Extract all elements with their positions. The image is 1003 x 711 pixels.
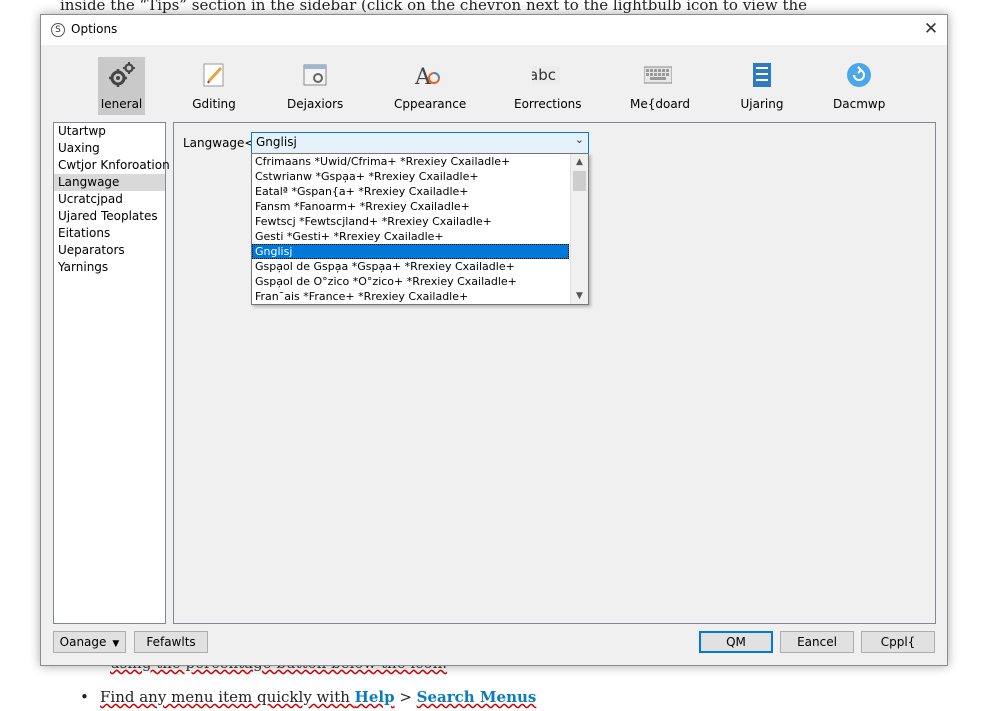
language-option[interactable]: Gspa̦ol de Gspa̦a *Gspa̦a+ *Rrexiey Cxai… xyxy=(252,259,569,274)
toolbar-backup[interactable]: Dacmwp xyxy=(833,57,885,115)
dropdown-scrollbar[interactable]: ▲ ▼ xyxy=(570,154,588,304)
cancel-button[interactable]: Eancel xyxy=(780,631,854,653)
ok-button[interactable]: QM xyxy=(699,631,773,653)
category-toolbar: Ieneral Gditing Dejaxiors A Cppearance a… xyxy=(41,45,947,121)
window-title: Options xyxy=(71,22,118,36)
sharing-icon xyxy=(753,63,771,87)
sidebar-item-author-information[interactable]: Cwtjor Knforoation xyxy=(54,157,170,174)
toolbar-editing[interactable]: Gditing xyxy=(189,57,239,115)
background-bullet: • Find any menu item quickly with Help > … xyxy=(80,688,537,706)
close-button[interactable]: ✕ xyxy=(916,15,946,45)
settings-sidebar: Utartwp Uaxing Cwtjor Knforoation Langwa… xyxy=(53,122,170,624)
toolbar-label: Me{doard xyxy=(630,97,691,111)
sidebar-item-language[interactable]: Langwage xyxy=(54,174,165,191)
sidebar-item-shared-templates[interactable]: Ujared Teoplates xyxy=(54,208,165,225)
language-option[interactable]: Fansm *Fanoarm+ *Rrexiey Cxailadle+ xyxy=(252,199,569,214)
toolbar-sharing[interactable]: Ujaring xyxy=(738,57,786,115)
sidebar-item-separators[interactable]: Ueparators xyxy=(54,242,165,259)
behaviors-icon xyxy=(303,64,327,86)
edit-icon xyxy=(203,63,224,87)
keyboard-icon xyxy=(644,66,672,84)
language-label: Langwage< xyxy=(183,136,255,150)
language-option[interactable]: Gspa̦ol de O°zico *O°zico+ *Rrexiey Cxai… xyxy=(252,274,569,289)
language-option[interactable]: Fewtscj *Fewtscjland+ *Rrexiey Cxailadle… xyxy=(252,214,569,229)
backup-icon xyxy=(847,63,871,87)
toolbar-label: Dejaxiors xyxy=(287,97,344,111)
title-bar: S Options ✕ xyxy=(41,15,947,45)
language-option[interactable]: Cstwrianw *Gspa̦a+ *Rrexiey Cxailadle+ xyxy=(252,169,569,184)
toolbar-label: Cppearance xyxy=(394,97,467,111)
toolbar-label: Gditing xyxy=(192,97,236,111)
sidebar-item-scratchpad[interactable]: Ucratcjpad xyxy=(54,191,165,208)
toolbar-label: Ieneral xyxy=(100,97,143,111)
manage-button-label: Oanage xyxy=(59,635,107,649)
sidebar-item-citations[interactable]: Eitations xyxy=(54,225,165,242)
manage-button[interactable]: Oanage ▼ xyxy=(53,631,126,653)
language-select-value: Gnglisj xyxy=(256,135,297,149)
language-option[interactable]: Gesti *Gesti+ *Rrexiey Cxailadle+ xyxy=(252,229,569,244)
svg-text:abc: abc xyxy=(532,66,556,84)
options-dialog: S Options ✕ Ieneral Gditing Dejaxiors A … xyxy=(40,14,948,666)
scroll-up-icon[interactable]: ▲ xyxy=(571,154,588,170)
toolbar-behaviors[interactable]: Dejaxiors xyxy=(287,57,343,115)
appearance-icon: A xyxy=(414,65,440,89)
language-option-selected[interactable]: Gnglisj xyxy=(252,244,569,259)
scroll-thumb[interactable] xyxy=(573,171,586,191)
app-icon: S xyxy=(51,23,65,37)
sidebar-item-saving[interactable]: Uaxing xyxy=(54,140,165,157)
toolbar-label: Eorrections xyxy=(514,97,582,111)
scroll-down-icon[interactable]: ▼ xyxy=(571,288,588,304)
toolbar-general[interactable]: Ieneral xyxy=(98,57,145,115)
bullet-text: Find any menu item quickly with xyxy=(100,688,355,706)
gears-icon xyxy=(108,62,135,87)
toolbar-corrections[interactable]: abc Eorrections xyxy=(514,57,582,115)
chevron-down-icon[interactable]: ⌄ xyxy=(575,133,584,146)
background-text-line: inside the “Tips” section in the sidebar… xyxy=(60,0,808,14)
settings-panel: Langwage< Gnglisj ⌄ Cfrimaans *Uwid/Cfri… xyxy=(173,122,936,624)
toolbar-keyboard[interactable]: Me{doard xyxy=(630,57,691,115)
apply-button[interactable]: Cppl{ xyxy=(861,631,935,653)
language-dropdown-list: Cfrimaans *Uwid/Cfrima+ *Rrexiey Cxailad… xyxy=(251,153,589,305)
language-option[interactable]: Eatalª *Gspan{a+ *Rrexiey Cxailadle+ xyxy=(252,184,569,199)
language-option[interactable]: Fran¯ais *France+ *Rrexiey Cxailadle+ xyxy=(252,289,569,304)
abc-icon: abc xyxy=(532,66,560,84)
toolbar-appearance[interactable]: A Cppearance xyxy=(394,57,467,115)
sidebar-item-startup[interactable]: Utartwp xyxy=(54,123,165,140)
toolbar-label: Dacmwp xyxy=(833,97,886,111)
bullet-separator: > xyxy=(394,688,417,706)
language-option[interactable]: Cfrimaans *Uwid/Cfrima+ *Rrexiey Cxailad… xyxy=(252,154,569,169)
search-menus-link[interactable]: Search Menus xyxy=(417,688,537,706)
help-link[interactable]: Help xyxy=(355,688,395,706)
sidebar-item-warnings[interactable]: Yarnings xyxy=(54,259,165,276)
dropdown-arrow-icon: ▼ xyxy=(112,639,120,649)
toolbar-label: Ujaring xyxy=(740,97,784,111)
defaults-button[interactable]: Fefawlts xyxy=(134,631,208,653)
language-select[interactable]: Gnglisj ⌄ xyxy=(251,132,589,154)
